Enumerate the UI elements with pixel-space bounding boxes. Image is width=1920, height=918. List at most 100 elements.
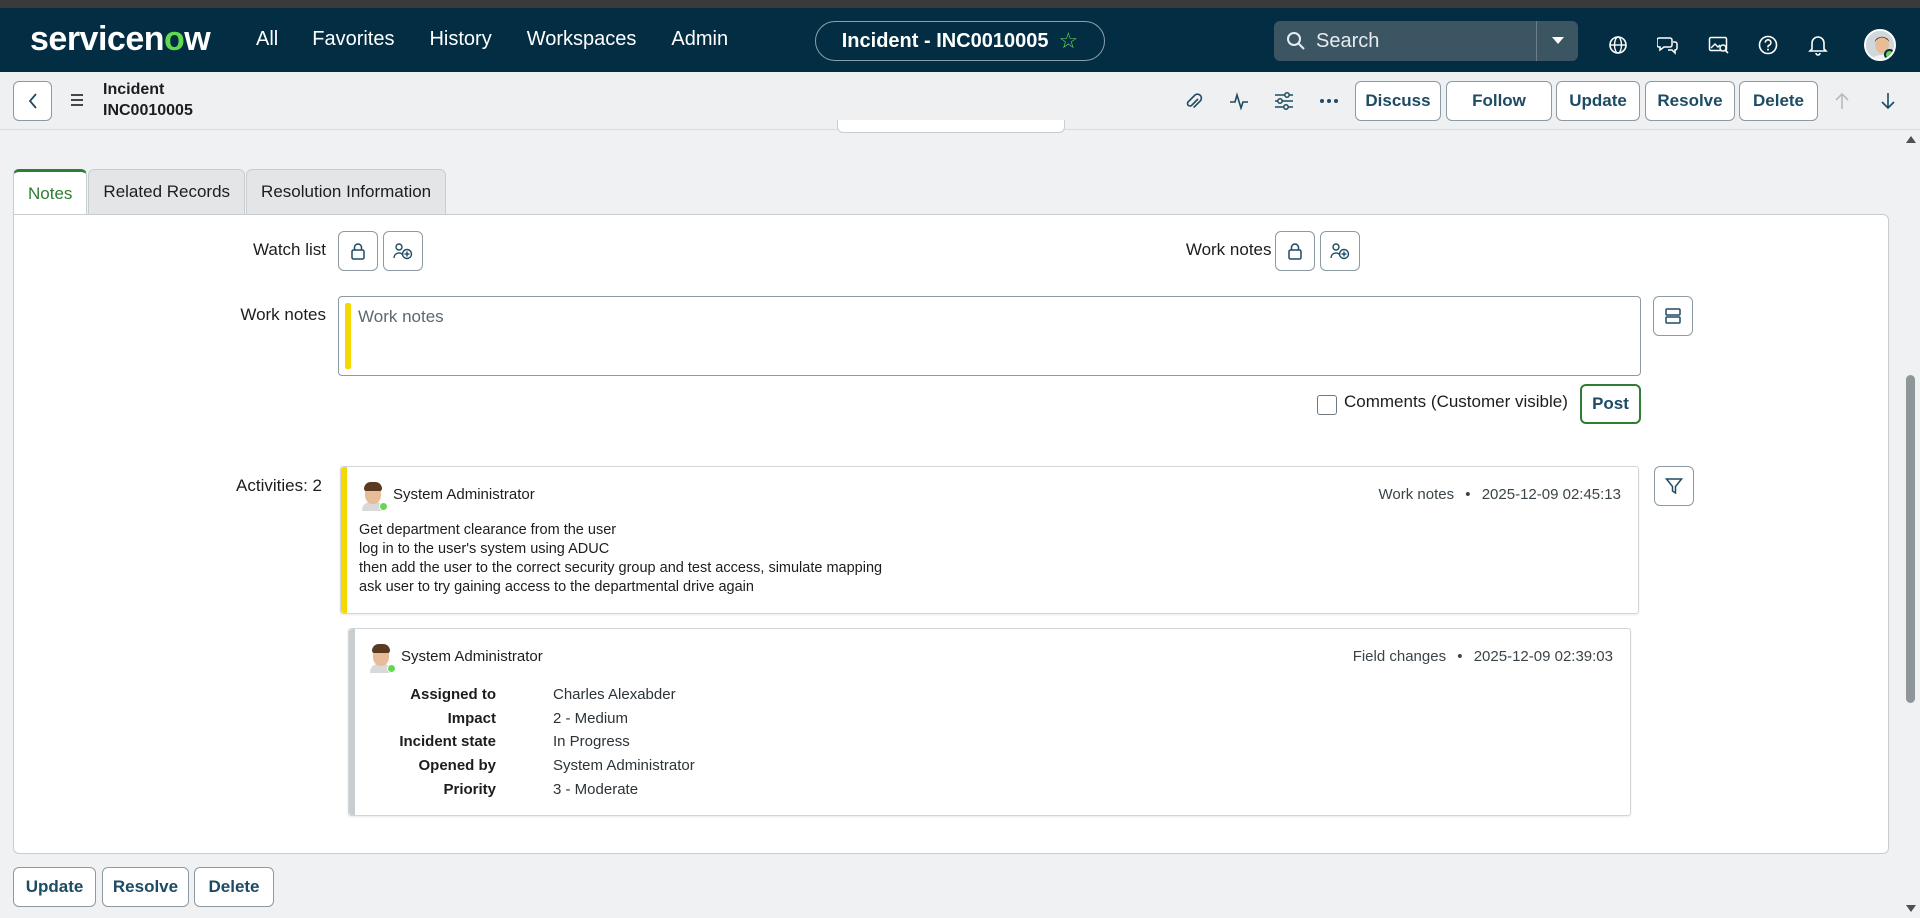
update-button[interactable]: Update (1556, 81, 1640, 121)
image-search-icon[interactable] (1708, 34, 1730, 56)
nav-all[interactable]: All (256, 28, 278, 51)
globe-icon[interactable] (1607, 34, 1629, 56)
presence-indicator (379, 502, 388, 511)
delete-button[interactable]: Delete (1739, 81, 1818, 121)
comments-customer-visible-label: Comments (Customer visible) (1344, 392, 1568, 411)
add-user-icon (1330, 243, 1350, 260)
favorite-star-icon[interactable]: ☆ (1059, 28, 1079, 54)
field-change-value: Charles Alexabder (553, 686, 676, 703)
form-title: Incident INC0010005 (103, 79, 193, 121)
activity-text-line: Get department clearance from the user (359, 522, 617, 538)
form-table-name: Incident (103, 81, 165, 98)
filter-icon (1665, 478, 1683, 495)
back-button[interactable] (13, 81, 52, 121)
activity-entry: System Administrator Field changes • 202… (348, 628, 1631, 816)
resolve-button[interactable]: Resolve (1645, 81, 1735, 121)
chevron-left-icon (28, 93, 37, 109)
scrollbar-thumb[interactable] (1906, 375, 1915, 703)
follow-button[interactable]: Follow (1446, 81, 1552, 121)
work-notes-placeholder: Work notes (358, 307, 444, 326)
form-section-tabs: Notes Related Records Resolution Informa… (13, 169, 447, 215)
watch-list-lock-button[interactable] (338, 231, 378, 271)
activity-timestamp: 2025-12-09 02:45:13 (1481, 486, 1621, 503)
bottom-update-button[interactable]: Update (13, 867, 96, 907)
nav-history[interactable]: History (429, 28, 491, 51)
activity-type: Field changes (1352, 648, 1447, 665)
author-avatar (368, 643, 396, 673)
work-notes-textarea[interactable]: Work notes (338, 296, 1641, 376)
field-change-label: Opened by (418, 757, 496, 774)
presence-indicator (387, 664, 396, 673)
stacked-fields-icon (1665, 308, 1681, 324)
main-nav: All Favorites History Workspaces Admin (256, 28, 763, 51)
settings-sliders-icon[interactable] (1273, 90, 1295, 112)
field-change-value: 2 - Medium (553, 710, 629, 727)
partial-field-above (837, 120, 1065, 133)
more-icon[interactable] (1318, 90, 1340, 112)
record-context-pill[interactable]: Incident - INC0010005 ☆ (815, 21, 1105, 61)
user-avatar[interactable] (1864, 29, 1896, 61)
activity-icon[interactable] (1228, 90, 1250, 112)
attachment-icon[interactable] (1183, 90, 1205, 112)
lock-icon (351, 243, 365, 260)
activity-author: System Administrator (401, 648, 543, 665)
search-placeholder: Search (1316, 29, 1380, 52)
field-change-value: In Progress (553, 733, 630, 750)
nav-favorites[interactable]: Favorites (312, 28, 394, 51)
search-scope-dropdown[interactable] (1536, 21, 1578, 61)
activity-text-line: then add the user to the correct securit… (359, 560, 883, 576)
next-record-arrow-icon[interactable] (1877, 90, 1899, 112)
post-button[interactable]: Post (1580, 384, 1641, 424)
work-notes-label: Work notes (240, 305, 326, 324)
servicenow-logo[interactable]: servicenow (30, 20, 211, 59)
activity-type: Work notes (1378, 486, 1455, 503)
activity-meta: Work notes • 2025-12-09 02:45:13 (1379, 486, 1622, 503)
field-change-label: Incident state (399, 733, 496, 750)
comments-customer-visible-checkbox[interactable] (1317, 395, 1337, 415)
work-note-accent-bar (341, 467, 347, 613)
meta-separator: • (1465, 486, 1471, 503)
activity-filter-button[interactable] (1654, 466, 1694, 506)
chat-icon[interactable] (1657, 34, 1679, 56)
watch-list-label: Watch list (252, 240, 326, 259)
activity-text-line: ask user to try gaining access to the de… (359, 579, 754, 595)
nav-workspaces[interactable]: Workspaces (527, 28, 637, 51)
author-avatar (360, 481, 388, 511)
scroll-up-arrow-icon[interactable] (1905, 134, 1917, 144)
work-notes-list-lock-button[interactable] (1275, 231, 1315, 271)
tab-resolution-information[interactable]: Resolution Information (246, 169, 447, 214)
watch-list-add-me-button[interactable] (383, 231, 423, 271)
previous-record-arrow-icon[interactable] (1831, 90, 1853, 112)
form-record-number: INC0010005 (103, 102, 193, 119)
meta-separator: • (1457, 648, 1463, 665)
bottom-delete-button[interactable]: Delete (194, 867, 274, 907)
activity-timestamp: 2025-12-09 02:39:03 (1473, 648, 1613, 665)
lock-icon (1288, 243, 1302, 260)
nav-admin[interactable]: Admin (671, 28, 728, 51)
chevron-down-icon (1551, 37, 1564, 44)
scroll-down-arrow-icon[interactable] (1905, 904, 1917, 914)
discuss-button[interactable]: Discuss (1355, 81, 1441, 121)
field-change-label: Priority (443, 781, 496, 798)
field-change-label: Assigned to (410, 686, 496, 703)
help-icon[interactable] (1757, 34, 1779, 56)
field-change-value: System Administrator (553, 757, 695, 774)
record-pill-label: Incident - INC0010005 (841, 29, 1049, 52)
work-notes-list-label: Work notes list (1185, 240, 1297, 259)
activity-text-line: log in to the user's system using ADUC (359, 541, 610, 557)
presence-indicator (1884, 49, 1894, 59)
activity-meta: Field changes • 2025-12-09 02:39:03 (1353, 648, 1613, 665)
tab-notes[interactable]: Notes (13, 169, 88, 215)
expand-fields-button[interactable] (1653, 296, 1693, 336)
search-icon (1287, 32, 1305, 50)
activity-author: System Administrator (393, 486, 535, 503)
field-change-label: Impact (447, 710, 496, 727)
form-context-menu-icon[interactable] (68, 92, 86, 108)
global-search[interactable]: Search (1274, 21, 1536, 61)
work-notes-list-add-me-button[interactable] (1320, 231, 1360, 271)
activities-count-label: Activities: 2 (236, 476, 322, 495)
bottom-resolve-button[interactable]: Resolve (102, 867, 189, 907)
tab-related-records[interactable]: Related Records (88, 169, 246, 214)
bell-icon[interactable] (1807, 34, 1829, 56)
field-change-value: 3 - Moderate (553, 781, 639, 798)
